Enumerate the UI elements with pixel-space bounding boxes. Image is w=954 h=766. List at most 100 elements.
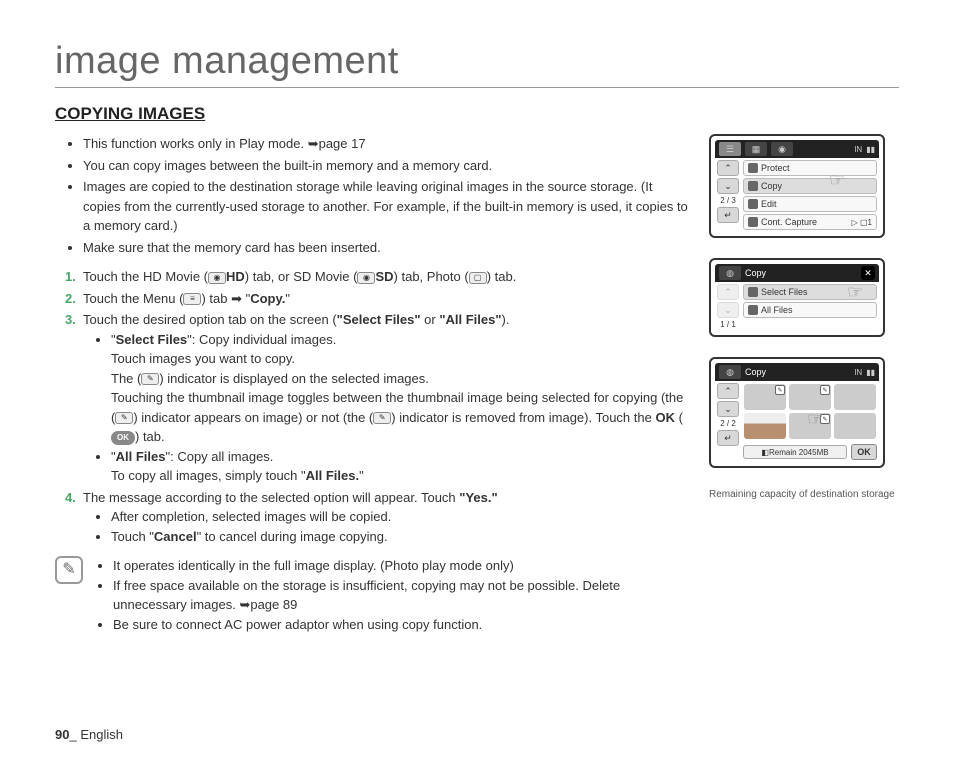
- screen-tab[interactable]: ◉: [771, 142, 793, 156]
- text: ": Copy all images.: [165, 449, 273, 464]
- row-label: Cont. Capture: [761, 217, 817, 227]
- select-files-bold: Select Files: [116, 332, 188, 347]
- text: The message according to the selected op…: [83, 490, 459, 505]
- nav-down-button: ⌄: [717, 302, 739, 318]
- screen-tab-globe[interactable]: ◍: [719, 266, 741, 280]
- screen-title: Copy: [745, 268, 766, 278]
- protect-icon: [748, 163, 758, 173]
- screen-copy-options: ◍ Copy ✕ ⌃ ⌄ 1 / 1 Select Files All File…: [709, 258, 885, 337]
- thumbnail[interactable]: ✎: [789, 384, 831, 410]
- bullet-item: This function works only in Play mode. ➥…: [83, 134, 689, 154]
- screen-title: Copy: [745, 367, 766, 377]
- text: ": [359, 468, 364, 483]
- text: ": Copy individual images.: [187, 332, 336, 347]
- screen-tab[interactable]: ▦: [745, 142, 767, 156]
- all-files-bold: All Files.: [306, 468, 359, 483]
- nav-down-button[interactable]: ⌄: [717, 401, 739, 417]
- page-number: 90: [55, 727, 69, 742]
- list-row-select-files[interactable]: Select Files: [743, 284, 877, 300]
- text: (: [675, 410, 683, 425]
- text: Touch the HD Movie (: [83, 269, 208, 284]
- sub-item: Touch "Cancel" to cancel during image co…: [111, 527, 689, 547]
- text: Touch images you want to copy.: [111, 351, 295, 366]
- text: ) tab.: [135, 429, 165, 444]
- thumbnail[interactable]: [834, 384, 876, 410]
- hd-movie-icon: ◉: [208, 272, 226, 284]
- screen3-caption: Remaining capacity of destination storag…: [709, 488, 899, 501]
- hd-label: HD: [226, 269, 245, 284]
- sub-item: " All Files": Copy all images. To copy al…: [111, 447, 689, 486]
- all-files-bold: All Files: [116, 449, 166, 464]
- all-files-label: "All Files": [439, 312, 501, 327]
- thumbnail[interactable]: ✎: [789, 413, 831, 439]
- row-label: Edit: [761, 199, 777, 209]
- list-row-protect[interactable]: Protect: [743, 160, 877, 176]
- thumbnail[interactable]: [744, 413, 786, 439]
- step-number: 4.: [65, 488, 76, 508]
- step-number: 2.: [65, 289, 76, 309]
- all-files-icon: [748, 305, 758, 315]
- sd-label: SD: [375, 269, 393, 284]
- play-indicator: ▷ ▢1: [852, 218, 872, 227]
- text: or: [421, 312, 440, 327]
- row-label: All Files: [761, 305, 793, 315]
- copy-badge-icon: ✎: [775, 385, 785, 395]
- screen-tab-globe[interactable]: ◍: [719, 365, 741, 379]
- ok-button[interactable]: OK: [851, 444, 877, 460]
- list-row-all-files[interactable]: All Files: [743, 302, 877, 318]
- page-footer: 90_ English: [55, 727, 123, 742]
- close-button[interactable]: ✕: [861, 266, 875, 280]
- ok-label: OK: [655, 410, 675, 425]
- note-item: If free space available on the storage i…: [113, 576, 689, 615]
- step-number: 3.: [65, 310, 76, 330]
- text: ) indicator is displayed on the selected…: [159, 371, 429, 386]
- photo-icon: ▢: [469, 272, 487, 284]
- nav-down-button[interactable]: ⌄: [717, 178, 739, 194]
- nav-up-button[interactable]: ⌃: [717, 160, 739, 176]
- sub-item: "Select Files": Copy individual images. …: [111, 330, 689, 447]
- numbered-steps: 1. Touch the HD Movie (◉HD) tab, or SD M…: [55, 267, 689, 546]
- row-label: Copy: [761, 181, 782, 191]
- screen-menu-list: ☰ ▦ ◉ IN▮▮ ⌃ ⌄ 2 / 3 ↵ Protect Copy Edit…: [709, 134, 885, 238]
- note-box: ✎ It operates identically in the full im…: [55, 556, 689, 634]
- text: ) tab, or SD Movie (: [245, 269, 358, 284]
- sub-item: After completion, selected images will b…: [111, 507, 689, 527]
- yes-label: "Yes.": [459, 490, 497, 505]
- step-2: 2. Touch the Menu (≡) tab ➡ "Copy.": [65, 289, 689, 309]
- nav-up-button[interactable]: ⌃: [717, 383, 739, 399]
- list-row-edit[interactable]: Edit: [743, 196, 877, 212]
- battery-icon: ▮▮: [866, 145, 875, 154]
- page-title: image management: [55, 40, 899, 88]
- remain-text: Remain 2045MB: [769, 448, 829, 457]
- back-button[interactable]: ↵: [717, 430, 739, 446]
- pager-text: 1 / 1: [717, 320, 739, 329]
- text: The (: [111, 371, 141, 386]
- list-row-copy[interactable]: Copy: [743, 178, 877, 194]
- note-item: It operates identically in the full imag…: [113, 556, 689, 576]
- text: To copy all images, simply touch ": [111, 468, 306, 483]
- section-copying-images: COPYING IMAGES: [55, 104, 899, 124]
- text: Touch the desired option tab on the scre…: [83, 312, 337, 327]
- remaining-capacity-bar: ◧ Remain 2045MB: [743, 445, 847, 459]
- note-item: Be sure to connect AC power adaptor when…: [113, 615, 689, 635]
- pager-text: 2 / 3: [717, 196, 739, 205]
- screen-tab-globe[interactable]: ☰: [719, 142, 741, 156]
- indicator-icon: ✎: [115, 412, 133, 424]
- text: Touch the Menu (: [83, 291, 183, 306]
- step-3: 3. Touch the desired option tab on the s…: [65, 310, 689, 486]
- edit-icon: [748, 199, 758, 209]
- bullet-item: Make sure that the memory card has been …: [83, 238, 689, 258]
- nav-up-button: ⌃: [717, 284, 739, 300]
- list-row-cont-capture[interactable]: Cont. Capture ▷ ▢1: [743, 214, 877, 230]
- row-label: Select Files: [761, 287, 808, 297]
- select-files-icon: [748, 287, 758, 297]
- footer-sep: _: [69, 727, 80, 742]
- text: ) tab.: [487, 269, 517, 284]
- bullet-item: Images are copied to the destination sto…: [83, 177, 689, 236]
- thumbnail[interactable]: ✎: [744, 384, 786, 410]
- copy-badge-icon: ✎: [820, 414, 830, 424]
- back-button[interactable]: ↵: [717, 207, 739, 223]
- thumbnail[interactable]: [834, 413, 876, 439]
- bullet-item: You can copy images between the built-in…: [83, 156, 689, 176]
- text: ) indicator appears on image) or not (th…: [133, 410, 373, 425]
